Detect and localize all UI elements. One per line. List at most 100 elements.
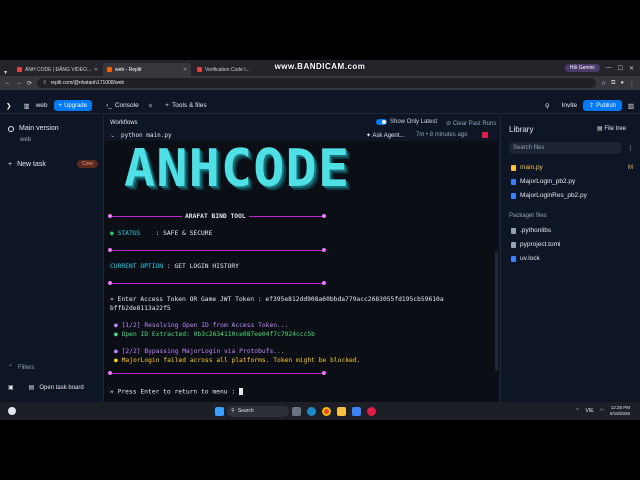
main-version-item[interactable]: Main version	[8, 125, 59, 132]
chevron-down-icon[interactable]: ⌄	[110, 132, 115, 139]
radio-icon	[8, 125, 14, 132]
python-file-icon	[511, 192, 516, 199]
file-tree-button[interactable]: ▤ File tree	[597, 125, 626, 132]
return-prompt-line: » Press Enter to return to menu :	[110, 388, 243, 396]
separator-line	[108, 371, 326, 375]
search-icon[interactable]: ⚲	[539, 100, 556, 112]
bullet-icon: ●	[110, 230, 118, 237]
tray-chevron-icon[interactable]: ⌃	[575, 408, 579, 414]
invite-button[interactable]: Invite	[556, 100, 584, 112]
separator-line	[108, 281, 326, 285]
packager-title: Packager files	[509, 213, 547, 219]
forward-icon[interactable]: →	[16, 80, 22, 86]
bullet-icon: ●	[114, 348, 122, 355]
file-item-main-py[interactable]: main.py M	[511, 164, 633, 171]
tool-title: ARAFAT BIND TOOL	[182, 213, 249, 220]
taskbar-search[interactable]: ⚲ Search	[227, 405, 290, 417]
toml-file-icon	[511, 241, 516, 248]
file-item-uv-lock[interactable]: uv.lock	[511, 255, 540, 262]
windows-start-icon[interactable]	[215, 406, 225, 416]
site-info-icon[interactable]: ⚲	[43, 80, 47, 86]
step2-line: ● [2/2] Bypassing MajorLogin via Protobu…	[114, 348, 285, 355]
token-prompt-line-2: bffb2de8113a22f5	[110, 305, 171, 312]
reload-icon[interactable]: ⟳	[27, 80, 32, 87]
step2-result-line: ● MajorLogin failed across all platforms…	[114, 357, 361, 364]
upgrade-button[interactable]: + Upgrade	[53, 100, 93, 111]
bullet-icon: ●	[114, 357, 122, 364]
language-indicator[interactable]: VIE	[586, 408, 594, 414]
project-name[interactable]: web	[36, 100, 54, 112]
open-task-board-button[interactable]: ▣ ▤ Open task board	[8, 384, 100, 392]
terminal-scrollbar[interactable]	[495, 251, 498, 371]
bullet-icon: ●	[114, 331, 122, 338]
file-tree-icon: ▤	[597, 126, 603, 132]
store-icon[interactable]	[352, 406, 362, 416]
extensions-icon[interactable]: ⧉	[611, 80, 615, 87]
library-panel: Library ▤ File tree Search files ⋮ main.…	[500, 115, 640, 402]
back-icon[interactable]: ←	[5, 80, 11, 86]
filters-toggle[interactable]: ⌃ Filters	[8, 364, 34, 372]
task-board-icon: ▤	[28, 385, 35, 391]
clock[interactable]: 12:25 PM 6/18/2026	[610, 405, 630, 417]
stop-icon[interactable]	[482, 132, 488, 138]
left-sidebar: Main version web + New task Core ⌃ Filte…	[0, 115, 104, 402]
file-item-majorloginres-pb2[interactable]: MajorLoginRes_pb2.py	[511, 192, 587, 199]
sidebar-toggle-icon[interactable]: ▥	[17, 100, 35, 112]
board-icon: ▣	[8, 385, 14, 391]
more-icon[interactable]: ⋮	[629, 80, 635, 87]
chrome-icon[interactable]	[322, 406, 332, 416]
step1-line: ● [1/2] Resolving Open ID from Access To…	[114, 322, 289, 329]
search-files-input[interactable]: Search files	[509, 142, 621, 154]
token-prompt-line: » Enter Access Token OR Game JWT Token :…	[110, 296, 444, 303]
folder-icon	[511, 227, 516, 234]
windows-taskbar: ⚲ Search ⌃ VIE ◠ 12:25 PM 6/18/2026	[0, 402, 640, 420]
core-badge[interactable]: Core	[77, 160, 98, 168]
clear-icon: ⊘	[446, 121, 452, 127]
close-icon[interactable]: ✕	[148, 102, 153, 110]
run-meta: 7m • 8 minutes ago	[416, 132, 468, 138]
star-icon[interactable]: ☆	[601, 80, 606, 87]
url-field[interactable]: ⚲ replit.com/@nhatanh171008/web	[37, 78, 596, 88]
panel-toggle-icon[interactable]: ▥	[622, 100, 640, 112]
bandicam-icon[interactable]	[367, 406, 377, 416]
status-line: ● STATUS : SAFE & SECURE	[110, 230, 213, 237]
file-explorer-icon[interactable]	[337, 406, 347, 416]
terminal-output[interactable]: ANHCODE ARAFAT BIND TOOL ● STATUS : SAFE…	[104, 141, 498, 402]
publish-button[interactable]: ⇪ Publish	[583, 100, 622, 111]
ascii-banner: ANHCODE	[124, 141, 351, 199]
tab-tools-files[interactable]: + Tools & files	[159, 100, 212, 112]
more-icon[interactable]: ⋮	[627, 144, 634, 152]
show-only-latest-toggle[interactable]: Show Only Latest	[376, 119, 437, 125]
replit-logo-icon[interactable]: ❯	[0, 100, 17, 112]
lock-file-icon	[511, 255, 516, 262]
file-item-pyproject[interactable]: pyproject.toml	[511, 241, 560, 248]
workflows-label[interactable]: Workflows	[110, 120, 138, 126]
search-icon: ⚲	[231, 408, 235, 414]
terminal-icon: ›_	[106, 102, 112, 109]
step1-result-line: ● Open ID Extracted: 0b3c2634110ce087ee0…	[114, 331, 315, 338]
clear-past-runs-button[interactable]: ⊘ Clear Past Runs	[446, 120, 496, 127]
chevron-up-icon: ⌃	[8, 365, 14, 371]
file-item-majorlogin-pb2[interactable]: MajorLogin_pb2.py	[511, 178, 575, 185]
console-header: Workflows Show Only Latest ⊘ Clear Past …	[104, 115, 500, 141]
new-task-button[interactable]: + New task Core	[8, 160, 98, 168]
weather-icon[interactable]	[8, 407, 16, 415]
ask-agent-button[interactable]: ✦ Ask Agent...	[366, 132, 404, 139]
edge-icon[interactable]	[307, 406, 317, 416]
wifi-icon[interactable]: ◠	[600, 408, 604, 414]
tab-console[interactable]: ›_ Console ✕	[100, 100, 159, 112]
bandicam-watermark: www.BANDICAM.com	[274, 62, 366, 71]
file-item-pythonlibs[interactable]: .pythonlibs	[511, 227, 551, 234]
profile-icon[interactable]: ●	[620, 80, 624, 86]
separator-line	[108, 248, 326, 252]
bullet-icon: ●	[114, 322, 122, 329]
publish-icon: ⇪	[589, 103, 595, 109]
plus-icon: +	[58, 102, 63, 109]
plus-icon: +	[8, 160, 13, 168]
app-header: ❯ ▥ web + Upgrade ›_ Console ✕ + Tools & fil…	[0, 98, 640, 114]
option-line: CURRENT OPTION : GET LOGIN HISTORY	[110, 263, 239, 270]
task-view-icon[interactable]	[292, 406, 302, 416]
agent-icon: ✦	[366, 133, 372, 139]
modified-badge: M	[628, 164, 633, 171]
python-file-icon	[511, 178, 516, 185]
